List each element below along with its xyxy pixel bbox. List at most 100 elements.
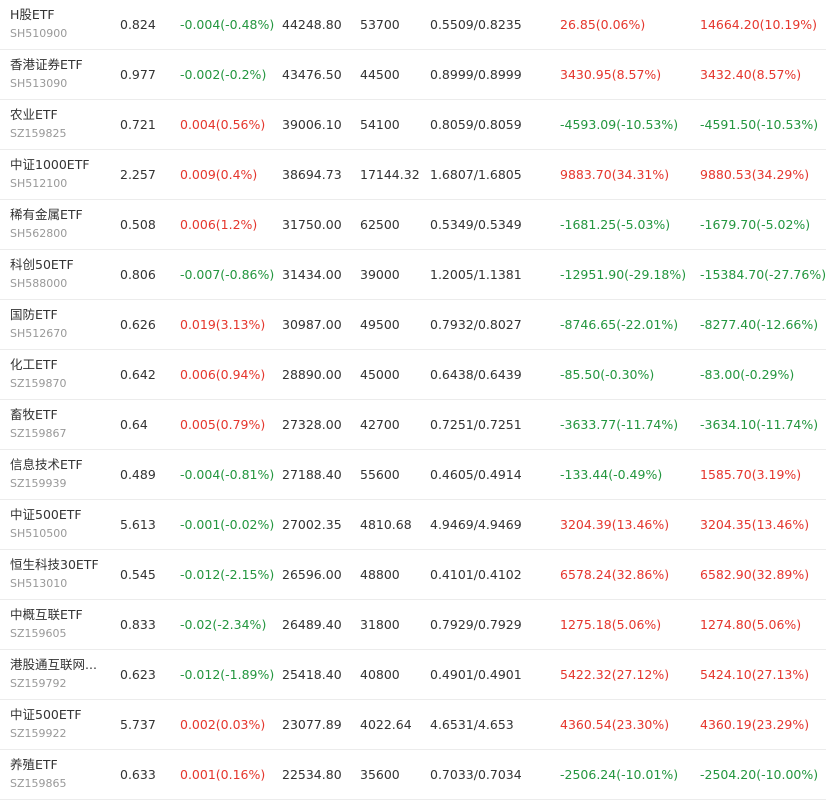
etf-name-cell[interactable]: 中证500ETF SH510500 — [10, 500, 110, 550]
etf-name-cell[interactable]: 科创50ETF SH588000 — [10, 250, 110, 300]
market-value: 25418.40 — [282, 667, 342, 682]
etf-name[interactable]: 香港证券ETF — [10, 57, 83, 73]
etf-name-cell[interactable]: 养殖ETF SZ159865 — [10, 750, 110, 800]
cost-price: 0.4605/0.4914 — [430, 467, 522, 482]
market-value: 27002.35 — [282, 517, 342, 532]
table-row[interactable]: 港股通互联网... SZ159792 0.623 -0.012(-1.89%) … — [0, 650, 826, 700]
etf-name[interactable]: 中证500ETF — [10, 707, 82, 723]
price: 0.545 — [120, 567, 156, 582]
etf-name[interactable]: 中证500ETF — [10, 507, 82, 523]
table-row[interactable]: 化工ETF SZ159870 0.642 0.006(0.94%) 28890.… — [0, 350, 826, 400]
etf-name-cell[interactable]: H股ETF SH510900 — [10, 0, 110, 50]
profit-loss-primary: -133.44(-0.49%) — [560, 467, 663, 482]
etf-name[interactable]: 国防ETF — [10, 307, 58, 323]
etf-name[interactable]: 恒生科技30ETF — [10, 557, 99, 573]
price-change: -0.012(-2.15%) — [180, 567, 275, 582]
holding-shares: 48800 — [360, 567, 400, 582]
profit-loss-primary: 9883.70(34.31%) — [560, 167, 670, 182]
etf-name-cell[interactable]: 中证1000ETF SH512100 — [10, 150, 110, 200]
etf-name[interactable]: 化工ETF — [10, 357, 58, 373]
etf-name[interactable]: 港股通互联网... — [10, 657, 97, 673]
etf-name-cell[interactable]: 信息技术ETF SZ159939 — [10, 450, 110, 500]
profit-loss-primary: 5422.32(27.12%) — [560, 667, 670, 682]
etf-code: SH513090 — [10, 77, 68, 90]
cost-price: 0.7932/0.8027 — [430, 317, 522, 332]
table-row[interactable]: 中证500ETF SH510500 5.613 -0.001(-0.02%) 2… — [0, 500, 826, 550]
table-row[interactable]: 中概互联ETF SZ159605 0.833 -0.02(-2.34%) 264… — [0, 600, 826, 650]
price: 0.64 — [120, 417, 148, 432]
price: 0.721 — [120, 117, 156, 132]
profit-loss-primary: 4360.54(23.30%) — [560, 717, 670, 732]
etf-name-cell[interactable]: 农业ETF SZ159825 — [10, 100, 110, 150]
etf-name[interactable]: 中证1000ETF — [10, 157, 90, 173]
table-row[interactable]: 稀有金属ETF SH562800 0.508 0.006(1.2%) 31750… — [0, 200, 826, 250]
etf-name-cell[interactable]: 国防ETF SH512670 — [10, 300, 110, 350]
price-change: -0.002(-0.2%) — [180, 67, 267, 82]
price-change: 0.019(3.13%) — [180, 317, 266, 332]
cost-price: 4.6531/4.653 — [430, 717, 514, 732]
table-row[interactable]: 养殖ETF SZ159865 0.633 0.001(0.16%) 22534.… — [0, 750, 826, 800]
profit-loss-primary: -85.50(-0.30%) — [560, 367, 655, 382]
profit-loss-secondary: -15384.70(-27.76%) — [700, 267, 826, 282]
price: 0.824 — [120, 17, 156, 32]
etf-name-cell[interactable]: 中概互联ETF SZ159605 — [10, 600, 110, 650]
etf-code: SZ159605 — [10, 627, 67, 640]
table-row[interactable]: 香港证券ETF SH513090 0.977 -0.002(-0.2%) 434… — [0, 50, 826, 100]
holding-shares: 42700 — [360, 417, 400, 432]
etf-code: SZ159922 — [10, 727, 67, 740]
market-value: 30987.00 — [282, 317, 342, 332]
holding-shares: 45000 — [360, 367, 400, 382]
holding-shares: 54100 — [360, 117, 400, 132]
etf-name-cell[interactable]: 香港证券ETF SH513090 — [10, 50, 110, 100]
etf-name[interactable]: 农业ETF — [10, 107, 58, 123]
market-value: 31434.00 — [282, 267, 342, 282]
table-row[interactable]: 中证1000ETF SH512100 2.257 0.009(0.4%) 386… — [0, 150, 826, 200]
table-row[interactable]: 农业ETF SZ159825 0.721 0.004(0.56%) 39006.… — [0, 100, 826, 150]
etf-name-cell[interactable]: 港股通互联网... SZ159792 — [10, 650, 110, 700]
cost-price: 0.4901/0.4901 — [430, 667, 522, 682]
profit-loss-primary: 3204.39(13.46%) — [560, 517, 670, 532]
price: 5.613 — [120, 517, 156, 532]
price-change: -0.012(-1.89%) — [180, 667, 275, 682]
etf-name[interactable]: 畜牧ETF — [10, 407, 58, 423]
etf-name[interactable]: 信息技术ETF — [10, 457, 83, 473]
etf-code: SZ159870 — [10, 377, 67, 390]
cost-price: 4.9469/4.9469 — [430, 517, 522, 532]
market-value: 26489.40 — [282, 617, 342, 632]
table-row[interactable]: 畜牧ETF SZ159867 0.64 0.005(0.79%) 27328.0… — [0, 400, 826, 450]
price: 0.977 — [120, 67, 156, 82]
table-row[interactable]: H股ETF SH510900 0.824 -0.004(-0.48%) 4424… — [0, 0, 826, 50]
etf-name[interactable]: 科创50ETF — [10, 257, 74, 273]
etf-name-cell[interactable]: 恒生科技30ETF SH513010 — [10, 550, 110, 600]
table-row[interactable]: 信息技术ETF SZ159939 0.489 -0.004(-0.81%) 27… — [0, 450, 826, 500]
price: 5.737 — [120, 717, 156, 732]
holding-shares: 49500 — [360, 317, 400, 332]
price-change: -0.004(-0.81%) — [180, 467, 275, 482]
profit-loss-primary: -12951.90(-29.18%) — [560, 267, 687, 282]
etf-name-cell[interactable]: 畜牧ETF SZ159867 — [10, 400, 110, 450]
holding-shares: 44500 — [360, 67, 400, 82]
etf-name-cell[interactable]: 稀有金属ETF SH562800 — [10, 200, 110, 250]
price-change: 0.006(1.2%) — [180, 217, 258, 232]
price-change: -0.02(-2.34%) — [180, 617, 267, 632]
profit-loss-secondary: -4591.50(-10.53%) — [700, 117, 819, 132]
etf-name[interactable]: H股ETF — [10, 7, 55, 23]
etf-code: SH513010 — [10, 577, 68, 590]
etf-code: SH588000 — [10, 277, 68, 290]
etf-name[interactable]: 稀有金属ETF — [10, 207, 83, 223]
etf-code: SZ159792 — [10, 677, 67, 690]
etf-name[interactable]: 养殖ETF — [10, 757, 58, 773]
etf-name-cell[interactable]: 化工ETF SZ159870 — [10, 350, 110, 400]
price: 2.257 — [120, 167, 156, 182]
profit-loss-primary: -8746.65(-22.01%) — [560, 317, 679, 332]
table-row[interactable]: 中证500ETF SZ159922 5.737 0.002(0.03%) 230… — [0, 700, 826, 750]
table-row[interactable]: 恒生科技30ETF SH513010 0.545 -0.012(-2.15%) … — [0, 550, 826, 600]
etf-name-cell[interactable]: 中证500ETF SZ159922 — [10, 700, 110, 750]
market-value: 22534.80 — [282, 767, 342, 782]
price: 0.806 — [120, 267, 156, 282]
market-value: 23077.89 — [282, 717, 342, 732]
profit-loss-primary: 6578.24(32.86%) — [560, 567, 670, 582]
table-row[interactable]: 国防ETF SH512670 0.626 0.019(3.13%) 30987.… — [0, 300, 826, 350]
etf-name[interactable]: 中概互联ETF — [10, 607, 83, 623]
table-row[interactable]: 科创50ETF SH588000 0.806 -0.007(-0.86%) 31… — [0, 250, 826, 300]
